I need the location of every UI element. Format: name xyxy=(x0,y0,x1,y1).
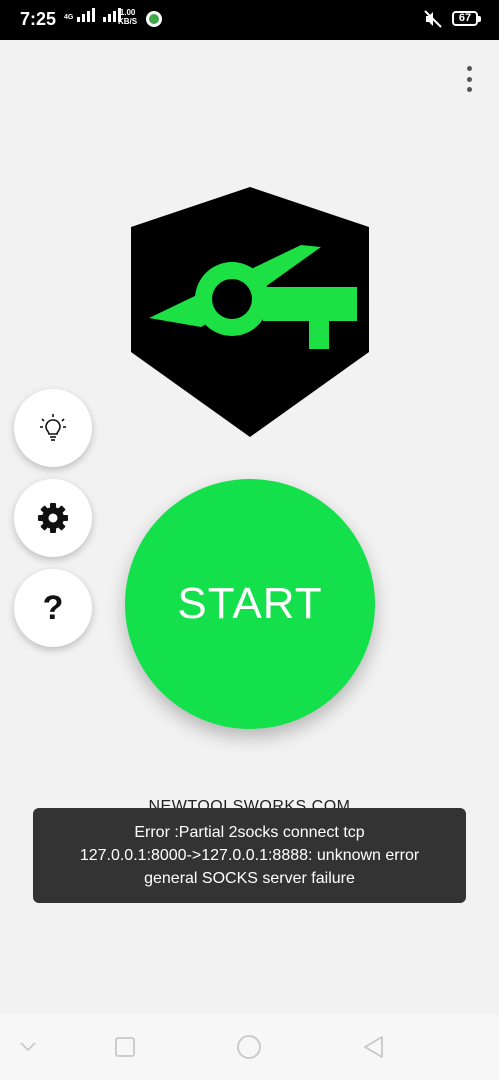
signal-icon xyxy=(77,8,96,22)
app-notification-icon xyxy=(146,11,162,27)
home-icon[interactable] xyxy=(236,1034,262,1060)
mute-icon xyxy=(424,10,442,28)
lightbulb-icon xyxy=(40,414,66,441)
help-icon: ? xyxy=(42,588,64,627)
settings-button[interactable] xyxy=(14,479,92,557)
network-indicators: 4G xyxy=(64,8,122,22)
network-type: 4G xyxy=(64,14,74,21)
navigation-bar xyxy=(0,1014,499,1080)
tips-button[interactable] xyxy=(14,389,92,467)
app-logo xyxy=(131,187,369,437)
toast-line-1: Error :Partial 2socks connect tcp xyxy=(134,824,365,841)
start-button[interactable]: START xyxy=(125,479,375,729)
toast-line-2: 127.0.0.1:8000->127.0.0.1:8888: unknown … xyxy=(79,847,420,864)
back-icon[interactable] xyxy=(362,1035,386,1059)
recents-icon[interactable] xyxy=(114,1036,136,1058)
network-speed: 1.00 KB/S xyxy=(118,8,138,26)
battery-indicator: 67 xyxy=(452,11,481,26)
help-button[interactable]: ? xyxy=(14,569,92,647)
error-toast: Error :Partial 2socks connect tcp 127.0.… xyxy=(33,808,466,903)
gear-icon xyxy=(38,503,68,533)
toast-line-3: general SOCKS server failure xyxy=(144,870,355,887)
status-bar: 7:25 4G 1.00 KB/S 67 xyxy=(0,0,499,40)
overflow-menu-icon[interactable] xyxy=(462,66,476,92)
status-time: 7:25 xyxy=(20,9,57,29)
collapse-icon[interactable] xyxy=(20,1042,36,1052)
